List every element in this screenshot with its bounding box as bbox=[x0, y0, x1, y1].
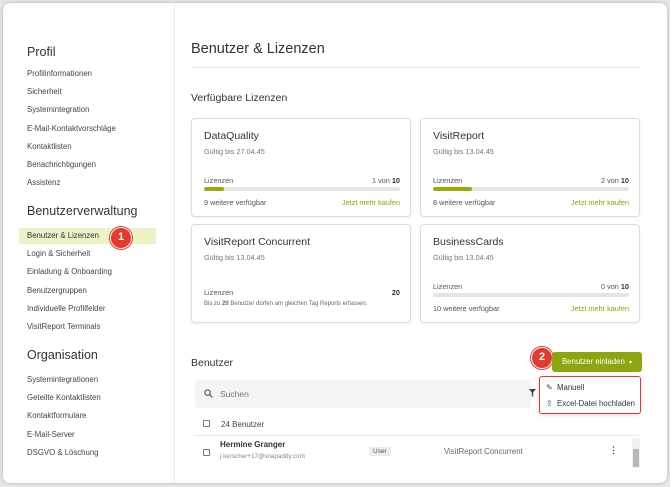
table-divider bbox=[195, 435, 640, 436]
license-name: DataQuality bbox=[204, 130, 259, 142]
user-name: Hermine Granger bbox=[220, 440, 286, 449]
search-input[interactable] bbox=[220, 389, 520, 399]
sidebar-item-geteilte-kontaktlisten[interactable]: Geteilte Kontaktlisten bbox=[19, 390, 156, 406]
main-content: Benutzer & Lizenzen Verfügbare Lizenzen … bbox=[175, 3, 667, 483]
license-count: 20 bbox=[391, 288, 400, 297]
upload-icon: ⇪ bbox=[546, 399, 553, 408]
step-1-annotation: 1 bbox=[110, 227, 132, 249]
user-email: j.kerscher+17@snapaddy.com bbox=[220, 453, 305, 460]
license-name: BusinessCards bbox=[433, 236, 504, 248]
search-icon bbox=[204, 389, 213, 398]
scrollbar-thumb[interactable] bbox=[633, 449, 639, 467]
sidebar-item-einladung-onboarding[interactable]: Einladung & Onboarding bbox=[19, 264, 156, 280]
buy-more-link[interactable]: Jetzt mehr kaufen bbox=[571, 304, 629, 313]
sidebar-item-profilfelder[interactable]: Individuelle Profilfelder bbox=[19, 301, 156, 317]
page-title: Benutzer & Lizenzen bbox=[191, 41, 325, 57]
license-count: 1 von 10 bbox=[371, 176, 400, 185]
user-count: 24 Benutzer bbox=[221, 420, 265, 429]
license-valid: Gültig bis 13.04.45 bbox=[433, 147, 494, 156]
menu-item-manuell[interactable]: ✎ Manuell bbox=[543, 381, 637, 395]
licenses-heading: Verfügbare Lizenzen bbox=[191, 92, 288, 104]
license-valid: Gültig bis 13.04.45 bbox=[433, 253, 494, 262]
users-heading: Benutzer bbox=[191, 357, 234, 369]
license-label: Lizenzen bbox=[204, 288, 234, 297]
sidebar: Profil Profilinformationen Sicherheit Sy… bbox=[3, 3, 175, 483]
license-name: VisitReport Concurrent bbox=[204, 236, 311, 248]
sidebar-section-profil: Profil bbox=[27, 45, 56, 59]
sidebar-item-login-sicherheit[interactable]: Login & Sicherheit bbox=[19, 246, 156, 262]
license-name: VisitReport bbox=[433, 130, 485, 142]
license-valid: Gültig bis 13.04.45 bbox=[204, 253, 265, 262]
sidebar-section-benutzerverwaltung: Benutzerverwaltung bbox=[27, 204, 138, 218]
license-card-dataquality: DataQuality Gültig bis 27.04.45 Lizenzen… bbox=[191, 118, 411, 217]
select-all-checkbox[interactable] bbox=[203, 420, 210, 427]
license-progress bbox=[204, 187, 400, 191]
sidebar-item-visitreport-terminals[interactable]: VisitReport Terminals bbox=[19, 319, 156, 335]
sidebar-item-benachrichtigungen[interactable]: Benachrichtigungen bbox=[19, 157, 156, 173]
sidebar-item-email-kontaktvorschlaege[interactable]: E-Mail-Kontaktvorschläge bbox=[19, 121, 156, 137]
sidebar-item-systemintegrationen[interactable]: Systemintegrationen bbox=[19, 372, 156, 388]
buy-more-link[interactable]: Jetzt mehr kaufen bbox=[571, 198, 629, 207]
license-count: 0 von 10 bbox=[600, 282, 629, 291]
pencil-icon: ✎ bbox=[546, 383, 553, 392]
license-progress bbox=[433, 187, 629, 191]
more-vert-icon[interactable]: ⋮ bbox=[609, 445, 618, 456]
license-label: Lizenzen bbox=[204, 176, 234, 185]
license-label: Lizenzen bbox=[433, 176, 463, 185]
settings-window: Profil Profilinformationen Sicherheit Sy… bbox=[3, 3, 667, 483]
menu-item-excel-upload[interactable]: ⇪ Excel-Datei hochladen bbox=[543, 397, 637, 411]
license-label: Lizenzen bbox=[433, 282, 463, 291]
license-available: 9 weitere verfügbar bbox=[204, 198, 267, 207]
row-checkbox[interactable] bbox=[203, 449, 210, 456]
invite-dropdown-menu: ✎ Manuell ⇪ Excel-Datei hochladen bbox=[539, 376, 641, 414]
license-card-visitreport-concurrent: VisitReport Concurrent Gültig bis 13.04.… bbox=[191, 224, 411, 323]
user-role-badge: User bbox=[369, 447, 391, 456]
buy-more-link[interactable]: Jetzt mehr kaufen bbox=[342, 198, 400, 207]
invite-users-button[interactable]: Benutzer einladen ▾ bbox=[552, 352, 642, 372]
sidebar-item-dsgvo-loeschung[interactable]: DSGVO & Löschung bbox=[19, 445, 156, 461]
sidebar-item-kontaktformulare[interactable]: Kontaktformulare bbox=[19, 408, 156, 424]
license-note: Bis zu 20 Benutzer dürfen am gleichen Ta… bbox=[204, 301, 368, 307]
license-progress bbox=[433, 293, 629, 297]
license-card-businesscards: BusinessCards Gültig bis 13.04.45 Lizenz… bbox=[420, 224, 640, 323]
user-search-bar bbox=[195, 380, 531, 408]
sidebar-item-email-server[interactable]: E-Mail-Server bbox=[19, 427, 156, 443]
chevron-down-icon: ▾ bbox=[629, 360, 633, 366]
license-available: 8 weitere verfügbar bbox=[433, 198, 496, 207]
sidebar-item-systemintegration[interactable]: Systemintegration bbox=[19, 102, 156, 118]
sidebar-item-benutzer-lizenzen[interactable]: Benutzer & Lizenzen bbox=[19, 228, 156, 244]
sidebar-item-sicherheit[interactable]: Sicherheit bbox=[19, 84, 156, 100]
title-divider bbox=[191, 67, 641, 68]
license-valid: Gültig bis 27.04.45 bbox=[204, 147, 265, 156]
sidebar-item-benutzergruppen[interactable]: Benutzergruppen bbox=[19, 283, 156, 299]
license-available: 10 weitere verfügbar bbox=[433, 304, 500, 313]
license-card-visitreport: VisitReport Gültig bis 13.04.45 Lizenzen… bbox=[420, 118, 640, 217]
filter-icon[interactable] bbox=[529, 389, 536, 397]
user-license: VisitReport Concurrent bbox=[444, 447, 523, 456]
license-count: 2 von 10 bbox=[600, 176, 629, 185]
sidebar-item-profilinformationen[interactable]: Profilinformationen bbox=[19, 66, 156, 82]
sidebar-section-organisation: Organisation bbox=[27, 348, 98, 362]
sidebar-item-assistenz[interactable]: Assistenz bbox=[19, 175, 156, 191]
step-2-annotation: 2 bbox=[531, 347, 553, 369]
sidebar-item-kontaktlisten[interactable]: Kontaktlisten bbox=[19, 139, 156, 155]
